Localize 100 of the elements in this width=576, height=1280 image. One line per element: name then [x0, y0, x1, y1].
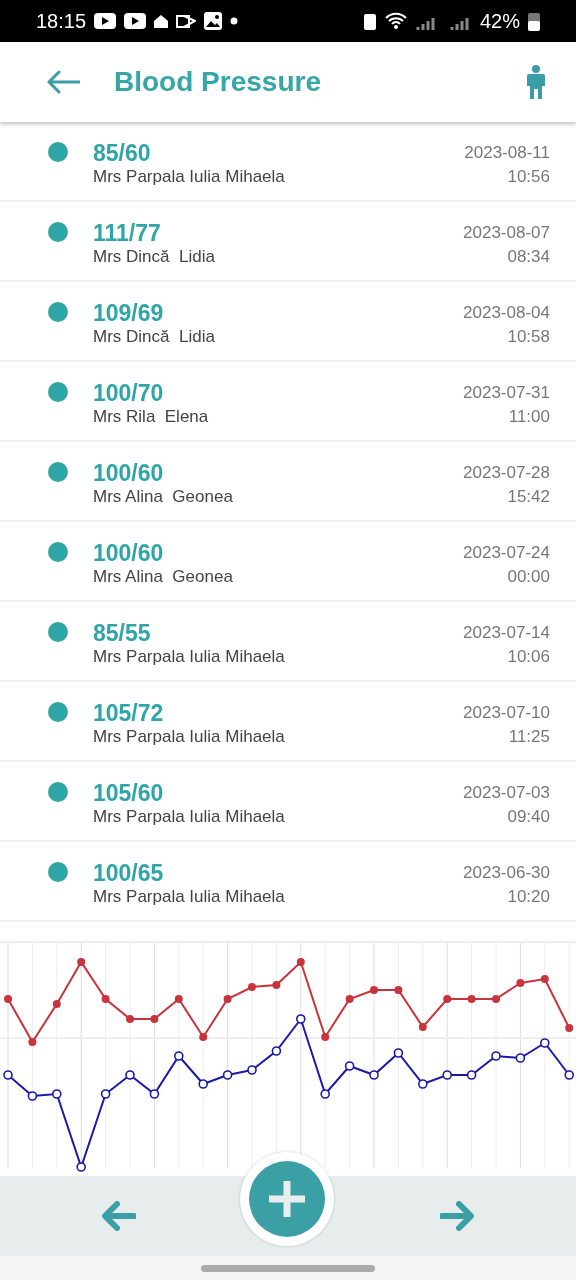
systolic-point: [296, 958, 305, 966]
patient-name: Mrs Dincă Lidia: [93, 326, 216, 348]
reading-time: 10:56: [507, 166, 550, 188]
person-icon[interactable]: [526, 65, 546, 99]
blood-pressure-value: 111/77: [93, 220, 162, 246]
systolic-point: [52, 1000, 61, 1008]
battery-icon: [528, 11, 540, 31]
plus-icon: [267, 1179, 307, 1219]
home-handle[interactable]: [201, 1264, 375, 1272]
systolic-point: [199, 1033, 208, 1041]
systolic-point: [223, 995, 232, 1003]
patient-name: Mrs Parpala Iulia Mihaela: [93, 886, 286, 908]
diastolic-point: [100, 1089, 111, 1099]
status-dot: [48, 622, 68, 642]
reading-time: 09:40: [507, 806, 550, 828]
diastolic-point: [125, 1070, 135, 1080]
diastolic-point: [540, 1038, 550, 1048]
wifi-icon: [383, 12, 408, 30]
reading-time: 10:06: [507, 646, 550, 668]
reading-date: 2023-08-04: [463, 302, 550, 324]
systolic-point: [321, 1033, 330, 1041]
patient-name: Mrs Parpala Iulia Mihaela: [93, 726, 286, 748]
diastolic-point: [564, 1070, 574, 1080]
diastolic-point: [149, 1089, 160, 1099]
status-dot: [48, 702, 68, 722]
patient-name: Mrs Alina Geonea: [93, 566, 234, 588]
reading-date: 2023-08-07: [463, 222, 550, 244]
blood-pressure-value: 85/60: [93, 140, 152, 166]
blood-pressure-value: 100/65: [93, 860, 165, 886]
patient-name: Mrs Parpala Iulia Mihaela: [93, 806, 286, 828]
blood-pressure-value: 109/69: [93, 300, 165, 326]
systolic-point: [28, 1038, 37, 1046]
reading-date: 2023-07-28: [463, 462, 550, 484]
systolic-point: [370, 986, 378, 994]
diastolic-point: [491, 1051, 501, 1061]
video-app-icon: [124, 13, 147, 29]
status-dot: [48, 462, 68, 482]
diastolic-point: [442, 1070, 452, 1080]
blood-pressure-value: 100/70: [93, 380, 165, 406]
reading-date: 2023-07-14: [463, 622, 550, 644]
diastolic-point: [515, 1053, 526, 1063]
reading-time: 15:42: [507, 486, 550, 508]
reading-date: 2023-06-30: [463, 862, 550, 884]
diastolic-point: [76, 1162, 86, 1172]
reading-time: 11:25: [508, 726, 550, 748]
patient-name: Mrs Parpala Iulia Mihaela: [93, 166, 286, 188]
systolic-point: [394, 986, 403, 994]
diastolic-point: [369, 1070, 379, 1080]
systolic-point: [443, 995, 452, 1003]
systolic-point: [150, 1015, 159, 1023]
image-icon: [204, 12, 223, 30]
reading-time: 00:00: [507, 566, 550, 588]
systolic-point: [4, 995, 12, 1003]
diastolic-point: [320, 1089, 330, 1099]
blood-pressure-value: 105/72: [93, 700, 165, 726]
mail-icon: [176, 13, 197, 29]
diastolic-point: [52, 1089, 62, 1099]
blood-pressure-value: 105/60: [93, 780, 165, 806]
reading-time: 10:58: [507, 326, 550, 348]
systolic-point: [418, 1023, 427, 1031]
systolic-point: [516, 979, 525, 987]
diastolic-point: [3, 1070, 13, 1080]
systolic-point: [540, 975, 549, 983]
reading-date: 2023-07-03: [463, 782, 550, 804]
screen-title: Blood Pressure: [114, 66, 322, 98]
reading-time: 10:20: [507, 886, 550, 908]
diastolic-point: [393, 1048, 404, 1058]
patient-name: Mrs Rila Elena: [93, 406, 210, 428]
clock-time: 18:15: [36, 9, 87, 33]
home-icon: [154, 14, 169, 28]
diastolic-point: [247, 1065, 257, 1075]
reading-date: 2023-07-31: [463, 382, 550, 404]
reading-time: 08:34: [507, 246, 550, 268]
battery-percent: 42%: [479, 9, 520, 33]
diastolic-point: [174, 1051, 184, 1061]
diastolic-point: [418, 1079, 428, 1089]
video-app-icon: [94, 13, 117, 29]
systolic-point: [345, 995, 354, 1003]
systolic-point: [272, 981, 281, 989]
status-dot: [48, 782, 68, 802]
dot-icon: [230, 17, 239, 25]
diastolic-point: [222, 1070, 233, 1080]
systolic-point: [101, 995, 110, 1003]
systolic-point: [467, 995, 476, 1003]
diastolic-point: [198, 1079, 208, 1089]
patient-name: Mrs Dincă Lidia: [93, 246, 216, 268]
diastolic-point: [27, 1091, 38, 1101]
blood-pressure-value: 85/55: [93, 620, 152, 646]
systolic-point: [492, 995, 500, 1003]
diastolic-point: [344, 1061, 355, 1071]
next-arrow-icon[interactable]: [440, 1201, 474, 1231]
diastolic-point: [466, 1070, 477, 1080]
back-arrow-icon[interactable]: [46, 70, 80, 94]
status-dot: [48, 382, 68, 402]
reading-time: 11:00: [508, 406, 550, 428]
diastolic-point: [271, 1046, 282, 1056]
previous-arrow-icon[interactable]: [102, 1201, 136, 1231]
reading-date: 2023-07-10: [463, 702, 550, 724]
status-dot: [48, 542, 68, 562]
reading-date: 2023-07-24: [463, 542, 550, 564]
